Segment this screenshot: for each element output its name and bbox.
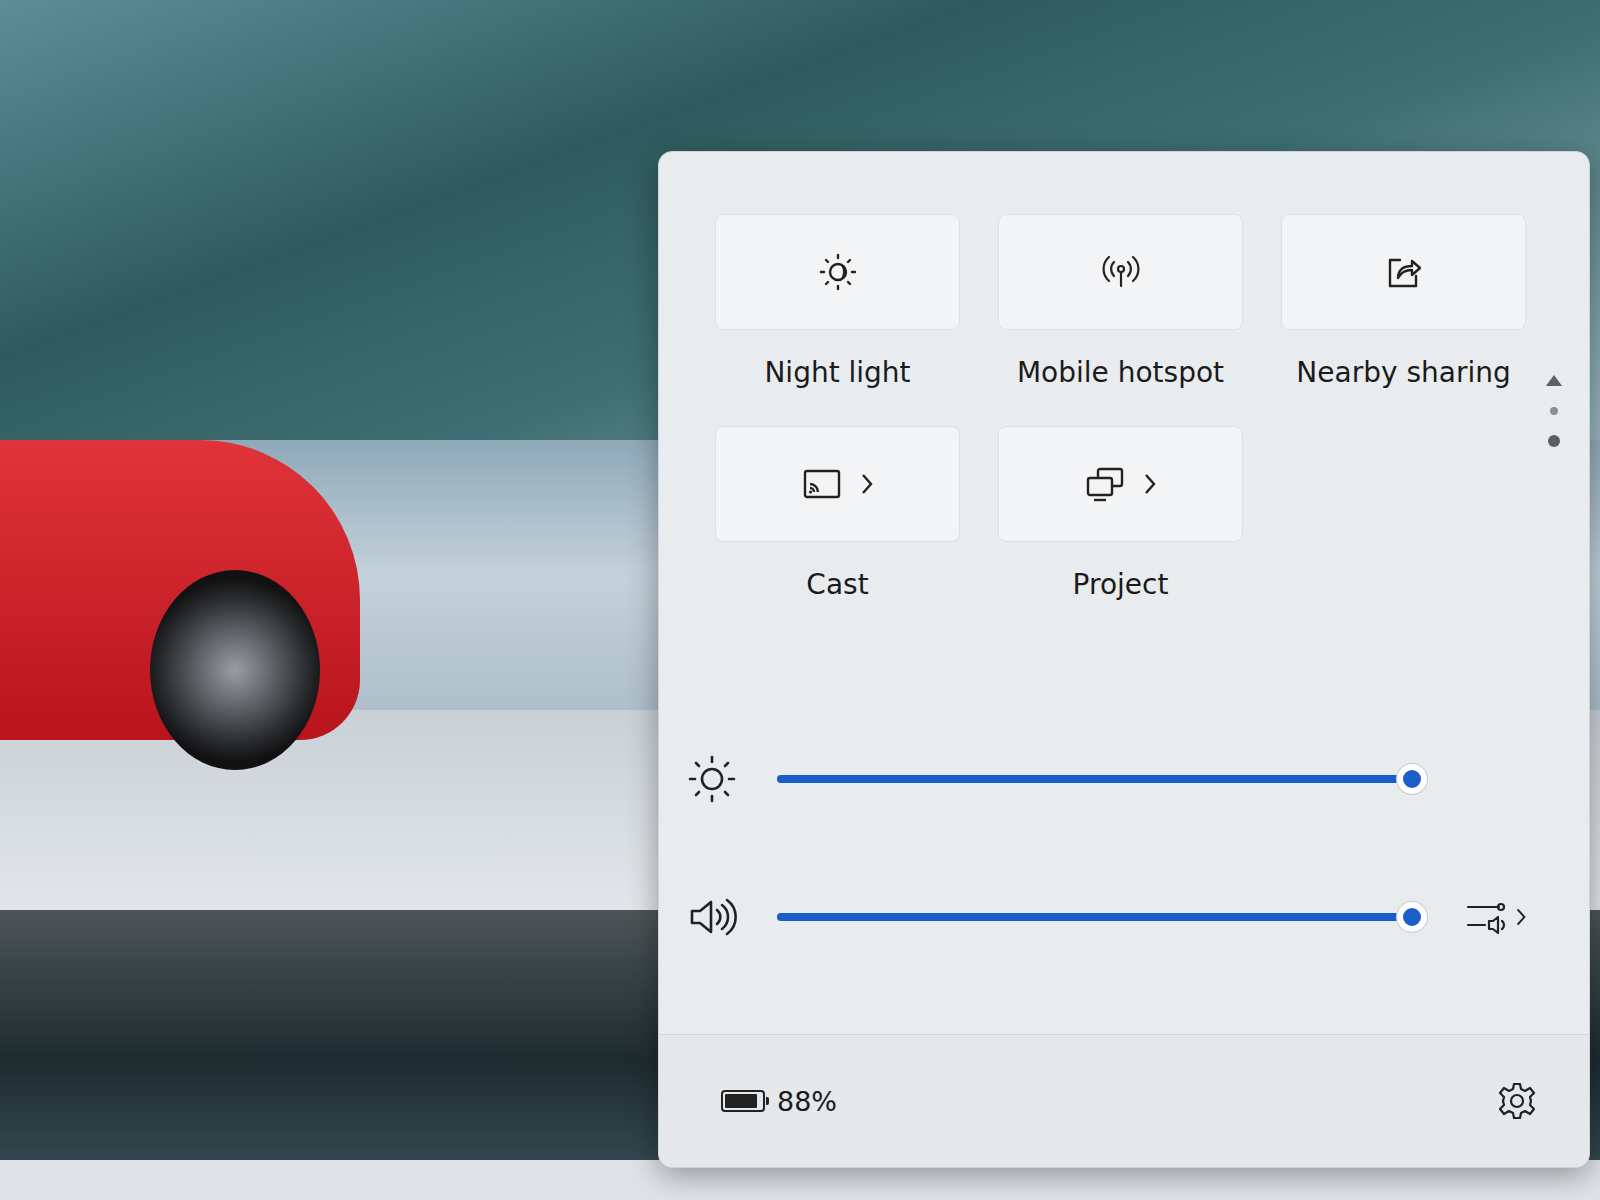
brightness-icon bbox=[687, 754, 737, 804]
slider-fill bbox=[777, 775, 1412, 783]
slider-row bbox=[687, 751, 1549, 807]
cast-icon bbox=[802, 464, 842, 504]
tile-button[interactable] bbox=[998, 214, 1243, 330]
desktop: Night light Mobile hotspot Nearby sharin… bbox=[0, 0, 1600, 1200]
tile-label: Nearby sharing bbox=[1296, 356, 1510, 390]
sound-output-icon[interactable] bbox=[1465, 897, 1509, 937]
tile-label: Mobile hotspot bbox=[1017, 356, 1224, 390]
tile-button[interactable] bbox=[715, 426, 960, 542]
quick-tile: Nearby sharing bbox=[1281, 214, 1526, 390]
battery-fill bbox=[725, 1094, 757, 1108]
slider-section bbox=[659, 601, 1589, 945]
gear-icon[interactable] bbox=[1497, 1081, 1537, 1121]
volume-slider[interactable] bbox=[777, 913, 1425, 921]
page-indicator bbox=[1545, 374, 1563, 447]
battery-tip bbox=[766, 1097, 769, 1105]
brightness-slider[interactable] bbox=[777, 775, 1425, 783]
tile-grid: Night light Mobile hotspot Nearby sharin… bbox=[659, 152, 1589, 601]
chevron-right-icon[interactable] bbox=[1515, 906, 1527, 928]
tile-label: Night light bbox=[764, 356, 910, 390]
wallpaper-car bbox=[0, 440, 360, 740]
page-dot[interactable] bbox=[1548, 435, 1560, 447]
panel-footer: 88% bbox=[659, 1034, 1589, 1167]
chevron-right-icon bbox=[1143, 472, 1157, 496]
slider-row bbox=[687, 889, 1549, 945]
quick-settings-panel: Night light Mobile hotspot Nearby sharin… bbox=[658, 151, 1590, 1168]
tile-button[interactable] bbox=[715, 214, 960, 330]
battery-percent: 88% bbox=[777, 1086, 837, 1117]
tile-button[interactable] bbox=[998, 426, 1243, 542]
tile-label: Cast bbox=[806, 568, 868, 602]
tile-button[interactable] bbox=[1281, 214, 1526, 330]
slider-thumb[interactable] bbox=[1397, 764, 1427, 794]
quick-tile: Project bbox=[998, 426, 1243, 602]
speaker-icon[interactable] bbox=[687, 892, 737, 942]
quick-tile: Mobile hotspot bbox=[998, 214, 1243, 390]
page-dot[interactable] bbox=[1550, 407, 1558, 415]
scroll-up-icon[interactable] bbox=[1545, 374, 1563, 387]
quick-tile: Night light bbox=[715, 214, 960, 390]
battery-icon bbox=[721, 1090, 765, 1112]
share-icon bbox=[1384, 252, 1424, 292]
hotspot-icon bbox=[1101, 252, 1141, 292]
slider-thumb[interactable] bbox=[1397, 902, 1427, 932]
slider-extra bbox=[1465, 897, 1549, 937]
tile-label: Project bbox=[1073, 568, 1169, 602]
project-icon bbox=[1085, 464, 1125, 504]
slider-fill bbox=[777, 913, 1412, 921]
night-light-icon bbox=[818, 252, 858, 292]
quick-tile: Cast bbox=[715, 426, 960, 602]
car-wheel bbox=[150, 570, 320, 770]
battery-status[interactable]: 88% bbox=[721, 1086, 837, 1117]
chevron-right-icon bbox=[860, 472, 874, 496]
